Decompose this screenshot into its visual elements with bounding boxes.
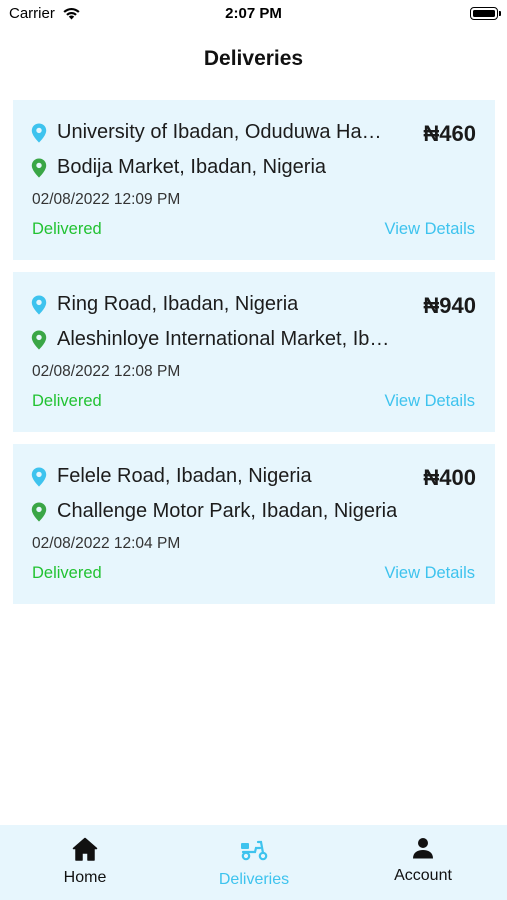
battery-icon — [470, 7, 501, 20]
person-icon — [413, 838, 433, 859]
home-icon — [72, 837, 98, 861]
delivery-card[interactable]: University of Ibadan, Oduduwa Hall, Ibad… — [13, 100, 495, 260]
dropoff-pin-icon — [31, 502, 47, 521]
status-bar: Carrier 2:07 PM — [0, 0, 507, 28]
pickup-pin-icon — [31, 467, 47, 486]
tab-home[interactable]: Home — [10, 825, 160, 900]
delivery-card[interactable]: Felele Road, Ibadan, Nigeria ₦400 Challe… — [13, 444, 495, 604]
delivery-datetime: 02/08/2022 12:09 PM — [32, 191, 181, 208]
tab-account-label: Account — [394, 867, 452, 884]
delivery-datetime: 02/08/2022 12:04 PM — [32, 535, 181, 552]
dropoff-pin-icon — [31, 330, 47, 349]
scooter-icon — [241, 840, 268, 861]
pickup-row: Felele Road, Ibadan, Nigeria — [31, 465, 481, 488]
page-title: Deliveries — [203, 47, 304, 70]
status-badge: Delivered — [32, 564, 102, 582]
dropoff-pin-icon — [31, 158, 47, 177]
tab-account[interactable]: Account — [348, 825, 498, 900]
deliveries-screen: Carrier 2:07 PM Deliveries University of… — [0, 0, 507, 900]
status-time: 2:07 PM — [225, 5, 282, 22]
view-details-link[interactable]: View Details — [385, 564, 475, 583]
dropoff-address: Challenge Motor Park, Ibadan, Nigeria — [57, 500, 398, 522]
delivery-price: ₦460 — [423, 121, 476, 146]
view-details-link[interactable]: View Details — [385, 220, 475, 239]
delivery-card[interactable]: Ring Road, Ibadan, Nigeria ₦940 Aleshinl… — [13, 272, 495, 432]
pickup-row: Ring Road, Ibadan, Nigeria — [31, 293, 481, 316]
delivery-price: ₦400 — [423, 465, 476, 490]
delivery-price: ₦940 — [423, 293, 476, 318]
dropoff-row: Bodija Market, Ibadan, Nigeria — [31, 156, 481, 179]
dropoff-row: Aleshinloye International Market, Ibadan… — [31, 328, 481, 351]
status-badge: Delivered — [32, 392, 102, 410]
pickup-pin-icon — [31, 123, 47, 142]
dropoff-row: Challenge Motor Park, Ibadan, Nigeria — [31, 500, 481, 523]
bottom-tab-bar: Home Deliveries Account — [0, 825, 507, 900]
tab-home-label: Home — [63, 869, 107, 886]
tab-deliveries[interactable]: Deliveries — [179, 825, 329, 900]
dropoff-address: Aleshinloye International Market, Ibadan… — [57, 328, 400, 350]
status-badge: Delivered — [32, 220, 102, 238]
delivery-datetime: 02/08/2022 12:08 PM — [32, 363, 181, 380]
dropoff-address: Bodija Market, Ibadan, Nigeria — [57, 156, 327, 178]
tab-deliveries-label: Deliveries — [218, 871, 290, 888]
pickup-address: Felele Road, Ibadan, Nigeria — [57, 465, 312, 487]
pickup-row: University of Ibadan, Oduduwa Hall, Ibad… — [31, 121, 481, 144]
view-details-link[interactable]: View Details — [385, 392, 475, 411]
pickup-address: University of Ibadan, Oduduwa Hall, Ibad… — [57, 121, 383, 143]
pickup-address: Ring Road, Ibadan, Nigeria — [57, 293, 299, 315]
pickup-pin-icon — [31, 295, 47, 314]
